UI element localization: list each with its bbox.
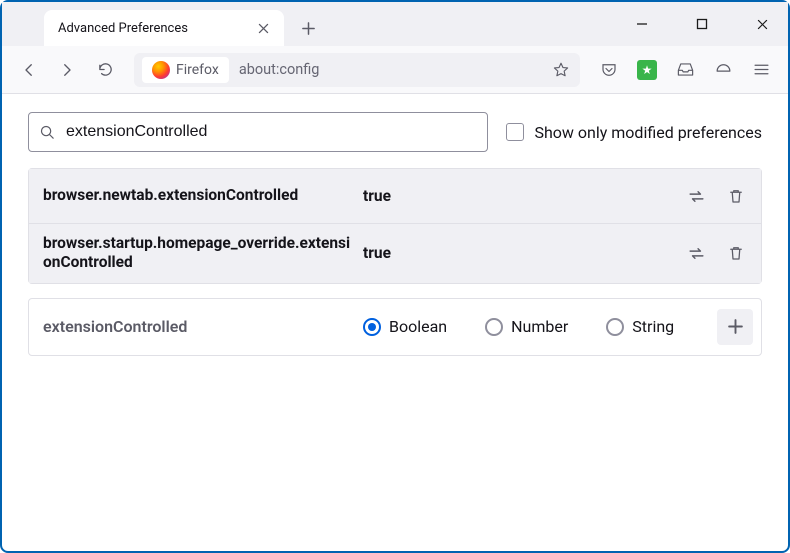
new-pref-name: extensionControlled — [43, 317, 353, 336]
close-tab-icon[interactable] — [252, 17, 274, 39]
forward-button[interactable] — [50, 53, 84, 87]
pref-row: browser.newtab.extensionControlled true — [29, 169, 761, 223]
pocket-icon[interactable] — [592, 53, 626, 87]
extension-icon[interactable]: ★ — [630, 53, 664, 87]
pref-row: browser.startup.homepage_override.extens… — [29, 223, 761, 283]
type-radio-group: Boolean Number String — [363, 317, 707, 336]
radio-icon — [363, 318, 381, 336]
tab-bar: Advanced Preferences — [2, 2, 788, 46]
browser-tab[interactable]: Advanced Preferences — [44, 10, 284, 46]
pref-value: true — [363, 187, 669, 205]
inbox-icon[interactable] — [668, 53, 702, 87]
add-pref-button[interactable] — [717, 309, 753, 345]
radio-label: Boolean — [389, 317, 447, 336]
search-icon — [39, 124, 56, 141]
search-row: Show only modified preferences — [28, 112, 762, 152]
minimize-button[interactable] — [622, 7, 662, 41]
search-box[interactable] — [28, 112, 488, 152]
url-text: about:config — [229, 61, 546, 78]
menu-button[interactable] — [744, 53, 778, 87]
window-controls — [622, 2, 782, 46]
pref-value: true — [363, 244, 669, 262]
firefox-logo-icon — [152, 61, 170, 79]
radio-label: Number — [511, 317, 568, 336]
bookmark-star-icon[interactable] — [546, 55, 576, 85]
show-modified-checkbox[interactable]: Show only modified preferences — [506, 123, 762, 142]
identity-box[interactable]: Firefox — [142, 57, 229, 83]
radio-string[interactable]: String — [606, 317, 674, 336]
toggle-button[interactable] — [679, 179, 713, 213]
tab-title: Advanced Preferences — [58, 21, 252, 36]
protection-icon[interactable] — [706, 53, 740, 87]
radio-icon — [606, 318, 624, 336]
search-input[interactable] — [56, 123, 477, 141]
radio-number[interactable]: Number — [485, 317, 568, 336]
back-button[interactable] — [12, 53, 46, 87]
toggle-button[interactable] — [679, 236, 713, 270]
close-window-button[interactable] — [742, 7, 782, 41]
radio-icon — [485, 318, 503, 336]
new-pref-row: extensionControlled Boolean Number Strin… — [28, 298, 762, 356]
prefs-table: browser.newtab.extensionControlled true … — [28, 168, 762, 284]
show-modified-label: Show only modified preferences — [534, 123, 762, 142]
url-bar[interactable]: Firefox about:config — [134, 53, 580, 87]
radio-boolean[interactable]: Boolean — [363, 317, 447, 336]
pref-name: browser.newtab.extensionControlled — [43, 186, 353, 205]
new-tab-button[interactable] — [292, 12, 324, 44]
radio-label: String — [632, 317, 674, 336]
pref-name: browser.startup.homepage_override.extens… — [43, 234, 353, 273]
delete-button[interactable] — [719, 236, 753, 270]
config-page: Show only modified preferences browser.n… — [2, 94, 788, 374]
identity-label: Firefox — [176, 62, 219, 78]
delete-button[interactable] — [719, 179, 753, 213]
nav-toolbar: Firefox about:config ★ — [2, 46, 788, 94]
reload-button[interactable] — [88, 53, 122, 87]
maximize-button[interactable] — [682, 7, 722, 41]
checkbox-icon — [506, 123, 524, 141]
